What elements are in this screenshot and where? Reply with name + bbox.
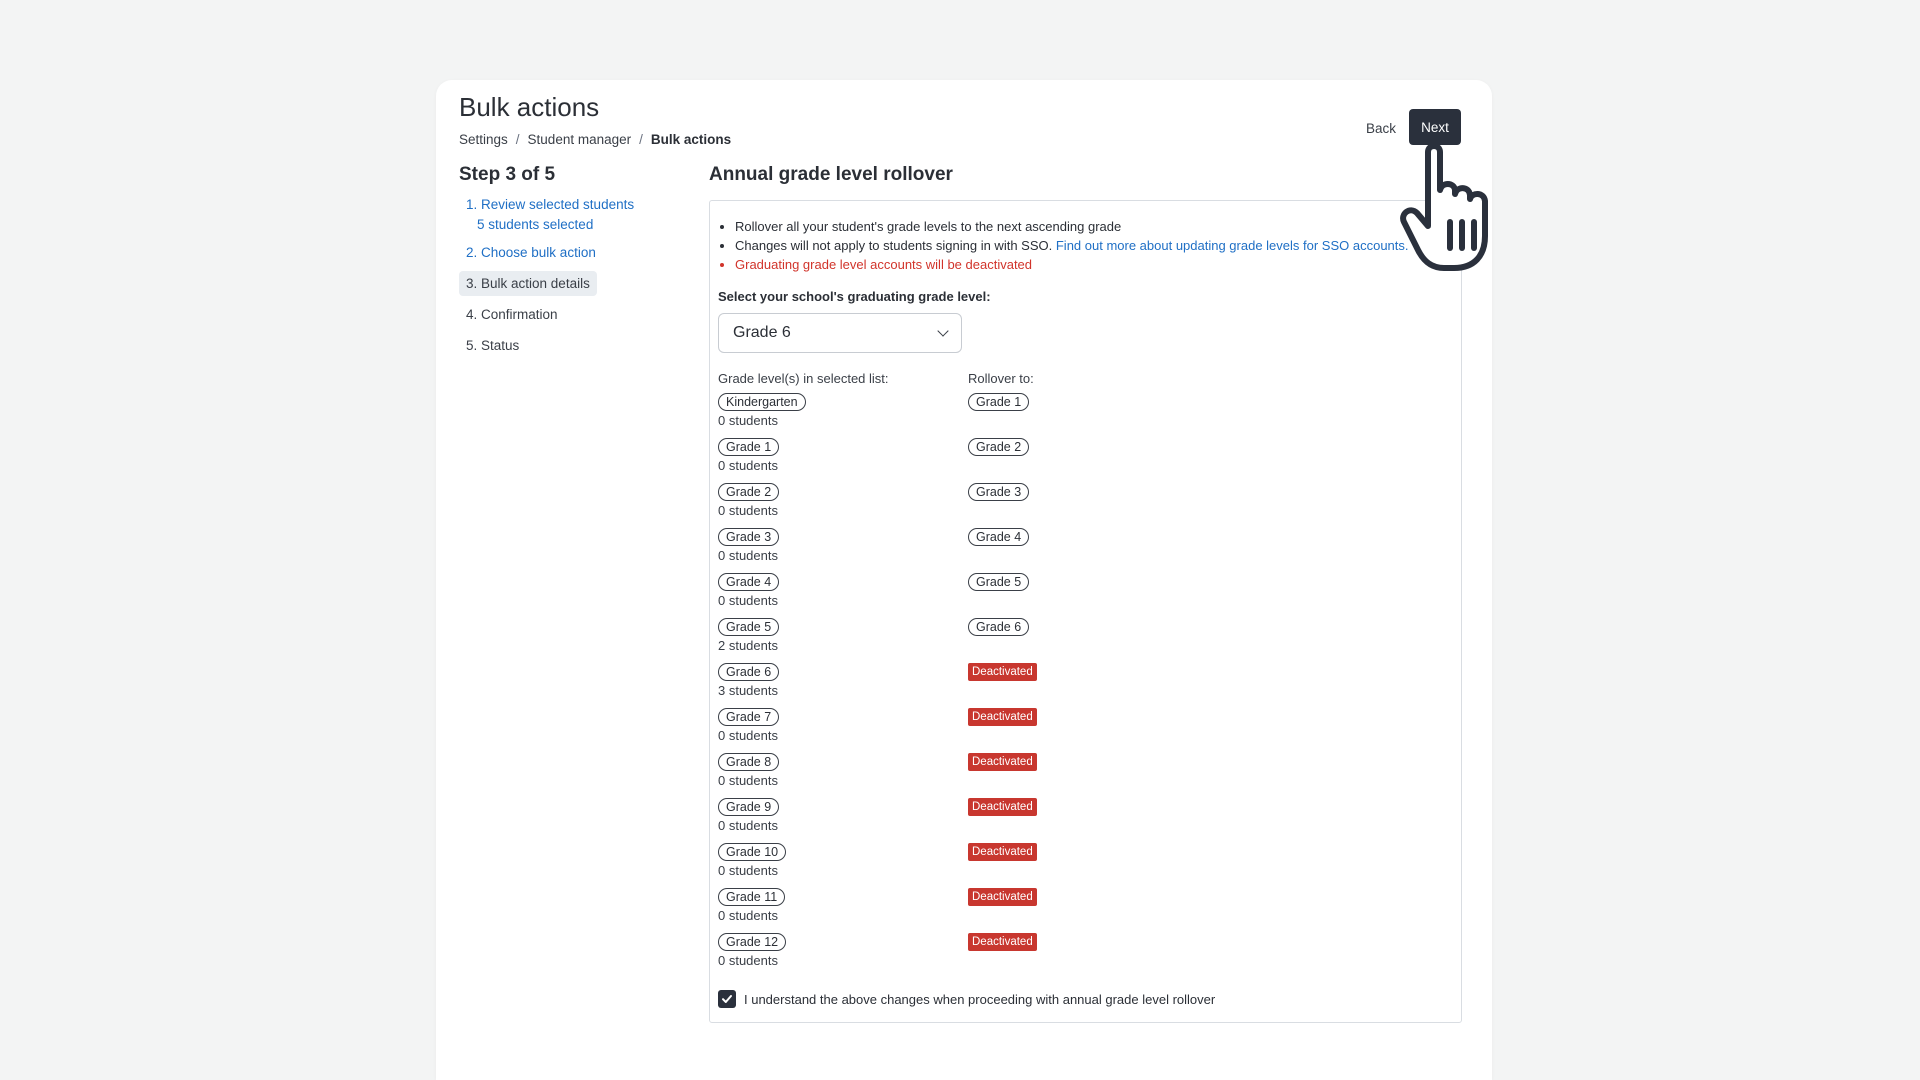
deactivated-badge: Deactivated: [968, 663, 1037, 681]
graduating-grade-select[interactable]: Grade 6: [718, 313, 962, 353]
warning-text: Graduating grade level accounts will be …: [735, 257, 1033, 272]
grade-pill-from: Grade 1: [718, 438, 780, 456]
rollover-rows: Kindergarten 0 students Grade 1 Grade 1 …: [718, 393, 1418, 978]
rollover-row: Grade 6 3 students Deactivated: [718, 663, 1418, 708]
section-title: Annual grade level rollover: [709, 164, 953, 185]
grade-pill-from: Kindergarten: [718, 393, 806, 411]
student-count: 0 students: [718, 413, 778, 428]
grade-pill-to: Grade 4: [968, 528, 1030, 546]
student-count: 0 students: [718, 908, 778, 923]
student-count: 0 students: [718, 593, 778, 608]
grade-pill-from: Grade 4: [718, 573, 780, 591]
rollover-row: Grade 8 0 students Deactivated: [718, 753, 1418, 798]
column-header-rollover-to: Rollover to:: [968, 371, 1034, 386]
step-status: 5. Status: [466, 338, 520, 353]
breadcrumb-current: Bulk actions: [650, 132, 732, 147]
confirm-label: I understand the above changes when proc…: [744, 991, 1216, 1007]
breadcrumb-separator: /: [639, 132, 643, 147]
grade-pill-to: Grade 2: [968, 438, 1030, 456]
deactivated-badge: Deactivated: [968, 888, 1037, 906]
info-item: Rollover all your student's grade levels…: [735, 217, 1409, 236]
rollover-row: Grade 9 0 students Deactivated: [718, 798, 1418, 843]
step-choose-bulk-action[interactable]: 2. Choose bulk action: [459, 240, 603, 265]
student-count: 0 students: [718, 818, 778, 833]
rollover-row: Grade 7 0 students Deactivated: [718, 708, 1418, 753]
step-indicator: Step 3 of 5: [459, 164, 556, 185]
rollover-row: Grade 4 0 students Grade 5: [718, 573, 1418, 618]
page-title: Bulk actions: [459, 92, 600, 122]
student-count: 0 students: [718, 728, 778, 743]
deactivated-badge: Deactivated: [968, 798, 1037, 816]
graduating-grade-value: Grade 6: [733, 324, 791, 341]
breadcrumb-student-manager[interactable]: Student manager: [528, 132, 632, 147]
step-bulk-action-details: 3. Bulk action details: [459, 271, 597, 296]
rollover-row: Grade 10 0 students Deactivated: [718, 843, 1418, 888]
grade-pill-from: Grade 7: [718, 708, 780, 726]
student-count: 0 students: [718, 953, 778, 968]
hand-pointer-icon: [1400, 143, 1488, 271]
warning-item: Graduating grade level accounts will be …: [735, 255, 1409, 274]
confirm-checkbox[interactable]: [718, 990, 736, 1008]
rollover-row: Grade 11 0 students Deactivated: [718, 888, 1418, 933]
rollover-row: Kindergarten 0 students Grade 1: [718, 393, 1418, 438]
grade-pill-from: Grade 9: [718, 798, 780, 816]
student-count: 0 students: [718, 548, 778, 563]
info-text: Changes will not apply to students signi…: [735, 238, 1053, 253]
rollover-panel: Rollover all your student's grade levels…: [709, 200, 1462, 1023]
student-count: 2 students: [718, 638, 778, 653]
step-confirmation: 4. Confirmation: [466, 307, 558, 322]
breadcrumb: Settings / Student manager / Bulk action…: [459, 132, 731, 147]
deactivated-badge: Deactivated: [968, 843, 1037, 861]
grade-pill-from: Grade 8: [718, 753, 780, 771]
rollover-row: Grade 5 2 students Grade 6: [718, 618, 1418, 663]
step-review-selected-students[interactable]: 1. Review selected students: [459, 192, 641, 217]
chevron-down-icon: [937, 325, 949, 337]
breadcrumb-separator: /: [515, 132, 520, 147]
grade-pill-to: Grade 5: [968, 573, 1030, 591]
grade-pill-from: Grade 5: [718, 618, 780, 636]
rollover-row: Grade 3 0 students Grade 4: [718, 528, 1418, 573]
steps-nav: 1. Review selected students 5 students s…: [459, 192, 659, 364]
student-count: 0 students: [718, 458, 778, 473]
info-item: Changes will not apply to students signi…: [735, 236, 1409, 255]
graduating-grade-label: Select your school's graduating grade le…: [718, 289, 991, 304]
rollover-row: Grade 2 0 students Grade 3: [718, 483, 1418, 528]
grade-pill-from: Grade 12: [718, 933, 787, 951]
info-list: Rollover all your student's grade levels…: [735, 217, 1409, 274]
grade-pill-from: Grade 3: [718, 528, 780, 546]
info-text: Rollover all your student's grade levels…: [735, 219, 1122, 234]
grade-pill-to: Grade 1: [968, 393, 1030, 411]
rollover-row: Grade 12 0 students Deactivated: [718, 933, 1418, 978]
sso-info-link[interactable]: Find out more about updating grade level…: [1056, 238, 1409, 253]
student-count: 0 students: [718, 503, 778, 518]
student-count: 0 students: [718, 773, 778, 788]
confirm-rollover[interactable]: I understand the above changes when proc…: [718, 990, 1215, 1008]
student-count: 0 students: [718, 863, 778, 878]
checkmark-icon: [722, 995, 732, 1003]
grade-pill-to: Grade 6: [968, 618, 1030, 636]
breadcrumb-settings[interactable]: Settings: [459, 132, 508, 147]
grade-pill-to: Grade 3: [968, 483, 1030, 501]
grade-pill-from: Grade 6: [718, 663, 780, 681]
grade-pill-from: Grade 11: [718, 888, 786, 906]
student-count: 3 students: [718, 683, 778, 698]
rollover-row: Grade 1 0 students Grade 2: [718, 438, 1418, 483]
column-header-grade-levels: Grade level(s) in selected list:: [718, 371, 889, 386]
grade-pill-from: Grade 10: [718, 843, 787, 861]
bulk-actions-card: Bulk actions Settings / Student manager …: [436, 80, 1492, 1080]
grade-pill-from: Grade 2: [718, 483, 780, 501]
deactivated-badge: Deactivated: [968, 753, 1037, 771]
deactivated-badge: Deactivated: [968, 933, 1037, 951]
deactivated-badge: Deactivated: [968, 708, 1037, 726]
